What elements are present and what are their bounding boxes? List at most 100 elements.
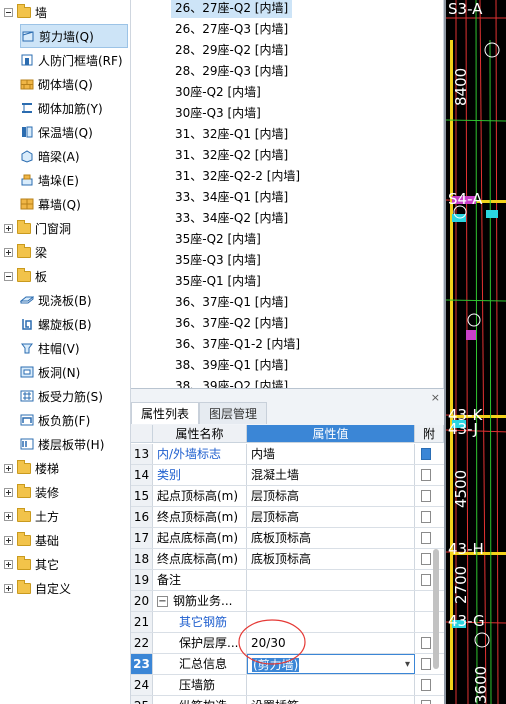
- tree-item[interactable]: 保温墙(Q): [20, 120, 128, 144]
- property-value[interactable]: 层顶标高: [247, 507, 415, 527]
- tab-layer-management[interactable]: 图层管理: [199, 402, 268, 424]
- expand-icon[interactable]: [4, 583, 13, 593]
- property-row[interactable]: 25 纵筋构造 设置插筋: [131, 696, 444, 704]
- property-row[interactable]: 21 其它钢筋: [131, 612, 444, 633]
- property-value-dropdown[interactable]: (剪力墙) ▾: [247, 654, 415, 674]
- tree-item[interactable]: 暗梁(A): [20, 144, 128, 168]
- collapse-icon[interactable]: [4, 271, 13, 281]
- list-item[interactable]: 28、29座-Q2 [内墙]: [171, 40, 292, 60]
- property-value[interactable]: 内墙: [247, 444, 415, 464]
- property-row[interactable]: 18 终点底标高(m) 底板顶标高: [131, 549, 444, 570]
- list-item[interactable]: 30座-Q2 [内墙]: [171, 82, 265, 102]
- property-row[interactable]: 22 保护层厚... 20/30: [131, 633, 444, 654]
- attach-checkbox[interactable]: [421, 469, 431, 481]
- property-value[interactable]: 层顶标高: [247, 486, 415, 506]
- property-row[interactable]: 20− 钢筋业务...: [131, 591, 444, 612]
- tree-item[interactable]: 自定义: [4, 576, 130, 600]
- expand-icon[interactable]: [4, 511, 13, 521]
- attach-checkbox[interactable]: [421, 637, 431, 649]
- property-value[interactable]: 底板顶标高: [247, 528, 415, 548]
- tree-item[interactable]: 板洞(N): [20, 360, 128, 384]
- tree-item[interactable]: 幕墙(Q): [20, 192, 128, 216]
- tree-item[interactable]: 螺旋板(B): [20, 312, 128, 336]
- attach-checkbox[interactable]: [421, 532, 431, 544]
- properties-scrollbar[interactable]: [431, 549, 441, 669]
- tree-item[interactable]: 墙: [4, 0, 130, 24]
- tree-item[interactable]: 门窗洞: [4, 216, 130, 240]
- attach-checkbox[interactable]: [421, 700, 431, 704]
- tree-item[interactable]: 砌体墙(Q): [20, 72, 128, 96]
- property-value[interactable]: [247, 570, 415, 590]
- property-row[interactable]: 23 汇总信息 (剪力墙) ▾: [131, 654, 444, 675]
- collapse-icon[interactable]: [4, 7, 13, 17]
- list-item[interactable]: 33、34座-Q1 [内墙]: [171, 187, 292, 207]
- tree-item[interactable]: 板负筋(F): [20, 408, 128, 432]
- properties-scrollbar-thumb[interactable]: [433, 549, 439, 669]
- list-item[interactable]: 26、27座-Q2 [内墙]: [171, 0, 293, 18]
- attach-checkbox[interactable]: [421, 490, 431, 502]
- list-item[interactable]: 31、32座-Q1 [内墙]: [171, 124, 292, 144]
- attach-checkbox[interactable]: [421, 679, 431, 691]
- list-item[interactable]: 38、39座-Q1 [内墙]: [171, 355, 292, 375]
- tree-item[interactable]: 梁: [4, 240, 130, 264]
- cad-canvas[interactable]: S3-A 8400 S4-A 43-K 43-J 4500 43-H 2700 …: [444, 0, 506, 704]
- row-number: 22: [131, 633, 153, 653]
- expand-icon[interactable]: [4, 223, 13, 233]
- tree-item[interactable]: 板受力筋(S): [20, 384, 128, 408]
- tree-item[interactable]: 板: [4, 264, 130, 288]
- property-value[interactable]: [247, 675, 415, 695]
- tab-property-list[interactable]: 属性列表: [131, 402, 200, 424]
- property-row[interactable]: 17 起点底标高(m) 底板顶标高: [131, 528, 444, 549]
- attach-checkbox[interactable]: [421, 511, 431, 523]
- property-value[interactable]: 20/30: [247, 633, 415, 653]
- tree-item[interactable]: 其它: [4, 552, 130, 576]
- list-item[interactable]: 31、32座-Q2-2 [内墙]: [171, 166, 304, 186]
- close-icon[interactable]: ×: [431, 391, 440, 404]
- expand-icon[interactable]: [4, 463, 13, 473]
- tree-item[interactable]: 装修: [4, 480, 130, 504]
- property-value[interactable]: 混凝土墙: [247, 465, 415, 485]
- list-item[interactable]: 26、27座-Q3 [内墙]: [171, 19, 292, 39]
- expand-icon[interactable]: [4, 487, 13, 497]
- property-row[interactable]: 24 压墙筋: [131, 675, 444, 696]
- property-value[interactable]: 设置插筋: [247, 696, 415, 704]
- tree-item[interactable]: 剪力墙(Q): [20, 24, 128, 48]
- list-item[interactable]: 36、37座-Q1-2 [内墙]: [171, 334, 304, 354]
- property-row[interactable]: 13 内/外墙标志 内墙: [131, 444, 444, 465]
- tree-item[interactable]: 墙垛(E): [20, 168, 128, 192]
- expand-icon[interactable]: [4, 247, 13, 257]
- attach-checkbox[interactable]: [421, 448, 431, 460]
- property-row[interactable]: 16 终点顶标高(m) 层顶标高: [131, 507, 444, 528]
- list-item[interactable]: 36、37座-Q2 [内墙]: [171, 313, 292, 333]
- property-row[interactable]: 14 类别 混凝土墙: [131, 465, 444, 486]
- list-item[interactable]: 33、34座-Q2 [内墙]: [171, 208, 292, 228]
- list-item[interactable]: 30座-Q3 [内墙]: [171, 103, 265, 123]
- tree-item[interactable]: 人防门框墙(RF): [20, 48, 128, 72]
- property-row[interactable]: 19 备注: [131, 570, 444, 591]
- list-item[interactable]: 31、32座-Q2 [内墙]: [171, 145, 292, 165]
- list-item[interactable]: 35座-Q2 [内墙]: [171, 229, 265, 249]
- list-item[interactable]: 38、39座-Q2 [内墙]: [171, 376, 292, 388]
- chevron-down-icon[interactable]: ▾: [405, 655, 410, 673]
- tree-item[interactable]: 楼梯: [4, 456, 130, 480]
- tree-item[interactable]: 现浇板(B): [20, 288, 128, 312]
- expand-icon[interactable]: [4, 535, 13, 545]
- expand-icon[interactable]: [4, 559, 13, 569]
- attach-checkbox[interactable]: [421, 658, 431, 670]
- tree-item[interactable]: 土方: [4, 504, 130, 528]
- property-value[interactable]: 底板顶标高: [247, 549, 415, 569]
- list-item[interactable]: 35座-Q1 [内墙]: [171, 271, 265, 291]
- tree-item[interactable]: 楼层板带(H): [20, 432, 128, 456]
- collapse-icon[interactable]: −: [157, 596, 168, 607]
- list-item[interactable]: 35座-Q3 [内墙]: [171, 250, 265, 270]
- property-row[interactable]: 15 起点顶标高(m) 层顶标高: [131, 486, 444, 507]
- list-item[interactable]: 28、29座-Q3 [内墙]: [171, 61, 292, 81]
- property-value[interactable]: [247, 591, 415, 611]
- attach-checkbox[interactable]: [421, 553, 431, 565]
- property-value[interactable]: [247, 612, 415, 632]
- tree-item[interactable]: 砌体加筋(Y): [20, 96, 128, 120]
- list-item[interactable]: 36、37座-Q1 [内墙]: [171, 292, 292, 312]
- tree-item[interactable]: 基础: [4, 528, 130, 552]
- attach-checkbox[interactable]: [421, 574, 431, 586]
- tree-item[interactable]: 柱帽(V): [20, 336, 128, 360]
